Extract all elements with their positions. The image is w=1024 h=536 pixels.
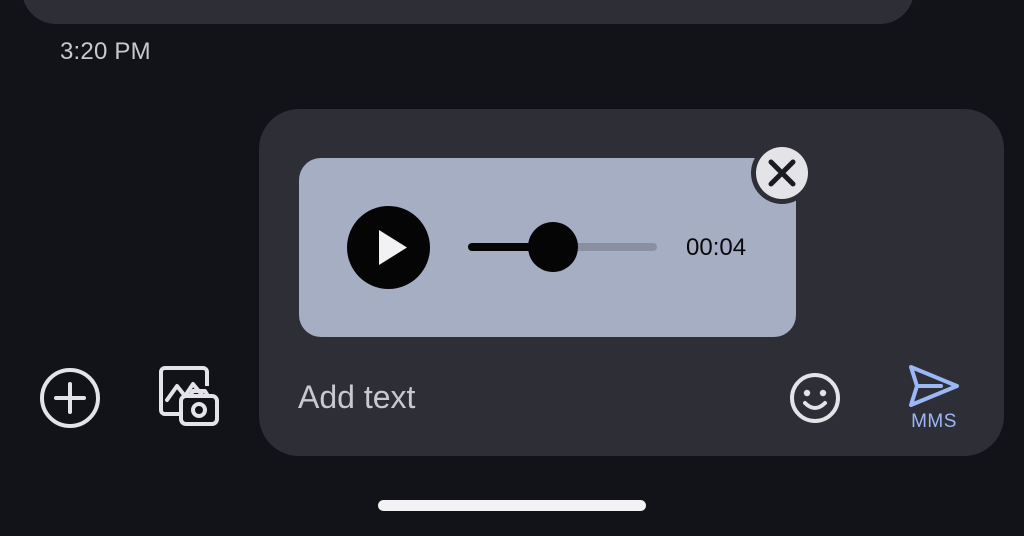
add-attachment-button[interactable] <box>39 367 101 429</box>
send-button[interactable] <box>905 362 963 410</box>
plus-circle-icon <box>40 368 100 428</box>
audio-duration: 00:04 <box>686 234 747 261</box>
send-icon <box>909 365 959 407</box>
send-mms-label: MMS <box>911 411 957 432</box>
message-text-input[interactable] <box>298 372 758 422</box>
play-icon <box>379 230 407 265</box>
gallery-camera-icon <box>159 366 219 426</box>
message-timestamp: 3:20 PM <box>60 38 151 65</box>
previous-message-bubble[interactable] <box>22 0 914 24</box>
close-icon <box>768 159 796 187</box>
audio-seekbar-thumb[interactable] <box>528 222 579 272</box>
messaging-screen: 3:20 PM 00:04 Add text MMS <box>0 0 1024 536</box>
remove-attachment-button[interactable] <box>751 142 813 204</box>
play-button[interactable] <box>347 206 430 289</box>
gallery-camera-button[interactable] <box>157 366 221 430</box>
emoji-icon <box>790 373 840 423</box>
home-indicator[interactable] <box>378 500 646 511</box>
emoji-button[interactable] <box>788 371 842 425</box>
